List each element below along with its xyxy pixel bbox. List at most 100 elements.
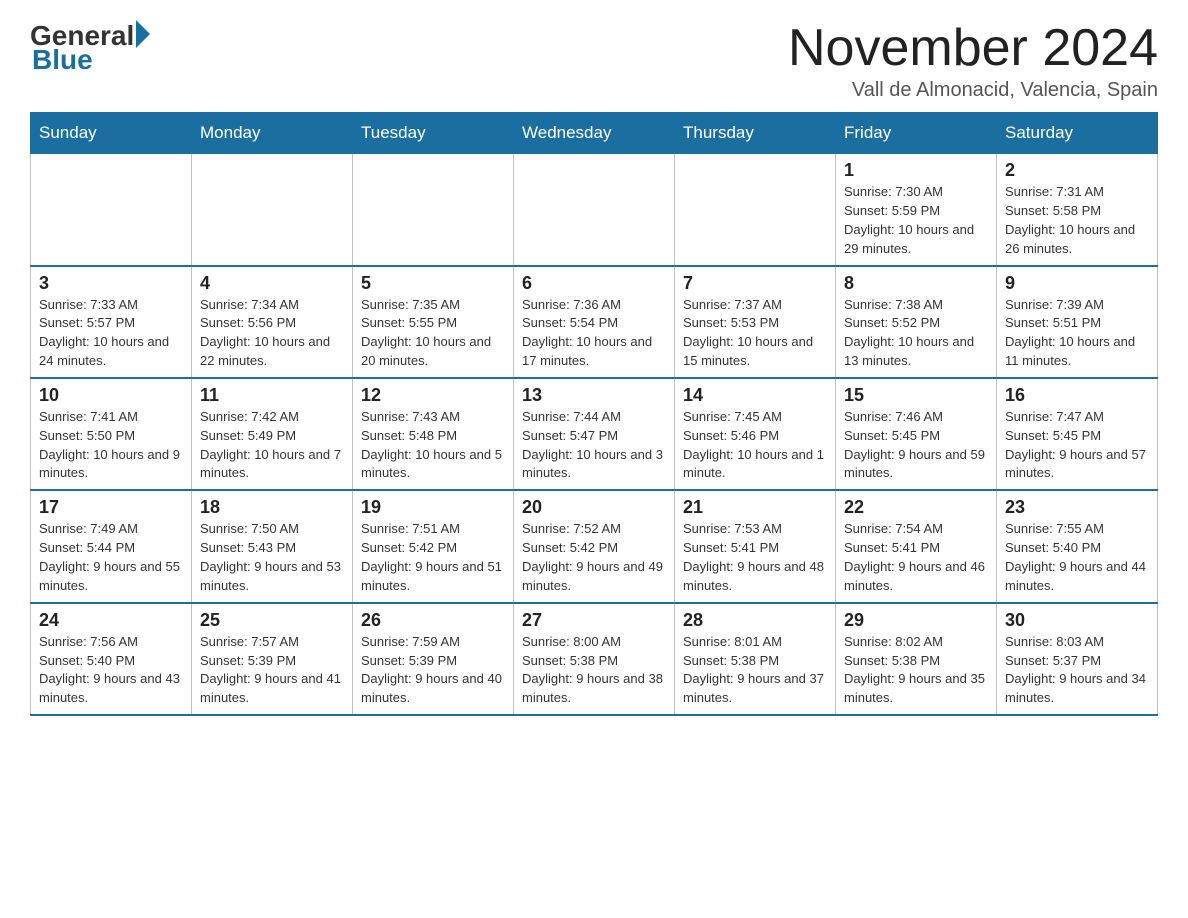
calendar-cell: 26Sunrise: 7:59 AMSunset: 5:39 PMDayligh… [353, 603, 514, 715]
day-number: 30 [1005, 610, 1149, 631]
day-number: 13 [522, 385, 666, 406]
day-info: Sunrise: 7:47 AMSunset: 5:45 PMDaylight:… [1005, 408, 1149, 483]
weekday-header-friday: Friday [836, 113, 997, 154]
calendar-cell: 25Sunrise: 7:57 AMSunset: 5:39 PMDayligh… [192, 603, 353, 715]
location-subtitle: Vall de Almonacid, Valencia, Spain [788, 79, 1158, 102]
week-row-3: 10Sunrise: 7:41 AMSunset: 5:50 PMDayligh… [31, 378, 1158, 490]
day-info: Sunrise: 7:49 AMSunset: 5:44 PMDaylight:… [39, 520, 183, 595]
day-number: 1 [844, 160, 988, 181]
calendar-cell: 10Sunrise: 7:41 AMSunset: 5:50 PMDayligh… [31, 378, 192, 490]
day-number: 8 [844, 273, 988, 294]
calendar-cell [31, 154, 192, 266]
day-number: 25 [200, 610, 344, 631]
day-info: Sunrise: 7:53 AMSunset: 5:41 PMDaylight:… [683, 520, 827, 595]
day-number: 10 [39, 385, 183, 406]
day-info: Sunrise: 7:33 AMSunset: 5:57 PMDaylight:… [39, 296, 183, 371]
calendar-cell: 15Sunrise: 7:46 AMSunset: 5:45 PMDayligh… [836, 378, 997, 490]
calendar-cell: 16Sunrise: 7:47 AMSunset: 5:45 PMDayligh… [997, 378, 1158, 490]
day-info: Sunrise: 7:50 AMSunset: 5:43 PMDaylight:… [200, 520, 344, 595]
day-number: 4 [200, 273, 344, 294]
day-info: Sunrise: 8:02 AMSunset: 5:38 PMDaylight:… [844, 633, 988, 708]
day-info: Sunrise: 7:38 AMSunset: 5:52 PMDaylight:… [844, 296, 988, 371]
week-row-4: 17Sunrise: 7:49 AMSunset: 5:44 PMDayligh… [31, 490, 1158, 602]
day-info: Sunrise: 7:39 AMSunset: 5:51 PMDaylight:… [1005, 296, 1149, 371]
calendar-cell: 29Sunrise: 8:02 AMSunset: 5:38 PMDayligh… [836, 603, 997, 715]
day-number: 20 [522, 497, 666, 518]
day-number: 21 [683, 497, 827, 518]
weekday-header-thursday: Thursday [675, 113, 836, 154]
calendar-cell: 9Sunrise: 7:39 AMSunset: 5:51 PMDaylight… [997, 266, 1158, 378]
calendar-cell: 1Sunrise: 7:30 AMSunset: 5:59 PMDaylight… [836, 154, 997, 266]
calendar-cell: 3Sunrise: 7:33 AMSunset: 5:57 PMDaylight… [31, 266, 192, 378]
day-number: 18 [200, 497, 344, 518]
calendar-cell: 27Sunrise: 8:00 AMSunset: 5:38 PMDayligh… [514, 603, 675, 715]
calendar-cell: 19Sunrise: 7:51 AMSunset: 5:42 PMDayligh… [353, 490, 514, 602]
calendar-cell: 12Sunrise: 7:43 AMSunset: 5:48 PMDayligh… [353, 378, 514, 490]
day-info: Sunrise: 7:36 AMSunset: 5:54 PMDaylight:… [522, 296, 666, 371]
day-info: Sunrise: 7:41 AMSunset: 5:50 PMDaylight:… [39, 408, 183, 483]
day-number: 16 [1005, 385, 1149, 406]
calendar-cell [353, 154, 514, 266]
day-number: 27 [522, 610, 666, 631]
calendar-cell: 11Sunrise: 7:42 AMSunset: 5:49 PMDayligh… [192, 378, 353, 490]
calendar-cell: 4Sunrise: 7:34 AMSunset: 5:56 PMDaylight… [192, 266, 353, 378]
calendar-cell: 18Sunrise: 7:50 AMSunset: 5:43 PMDayligh… [192, 490, 353, 602]
day-info: Sunrise: 7:34 AMSunset: 5:56 PMDaylight:… [200, 296, 344, 371]
calendar-cell: 24Sunrise: 7:56 AMSunset: 5:40 PMDayligh… [31, 603, 192, 715]
day-info: Sunrise: 7:51 AMSunset: 5:42 PMDaylight:… [361, 520, 505, 595]
day-number: 28 [683, 610, 827, 631]
calendar-cell: 22Sunrise: 7:54 AMSunset: 5:41 PMDayligh… [836, 490, 997, 602]
calendar-cell: 30Sunrise: 8:03 AMSunset: 5:37 PMDayligh… [997, 603, 1158, 715]
logo-blue-text: Blue [32, 44, 93, 76]
day-info: Sunrise: 7:45 AMSunset: 5:46 PMDaylight:… [683, 408, 827, 483]
weekday-header-saturday: Saturday [997, 113, 1158, 154]
day-number: 26 [361, 610, 505, 631]
day-info: Sunrise: 7:55 AMSunset: 5:40 PMDaylight:… [1005, 520, 1149, 595]
day-info: Sunrise: 7:46 AMSunset: 5:45 PMDaylight:… [844, 408, 988, 483]
day-info: Sunrise: 7:35 AMSunset: 5:55 PMDaylight:… [361, 296, 505, 371]
day-info: Sunrise: 7:31 AMSunset: 5:58 PMDaylight:… [1005, 183, 1149, 258]
page-header: General Blue November 2024 Vall de Almon… [30, 20, 1158, 102]
day-number: 17 [39, 497, 183, 518]
calendar-cell: 5Sunrise: 7:35 AMSunset: 5:55 PMDaylight… [353, 266, 514, 378]
day-number: 7 [683, 273, 827, 294]
calendar-cell: 6Sunrise: 7:36 AMSunset: 5:54 PMDaylight… [514, 266, 675, 378]
day-info: Sunrise: 8:01 AMSunset: 5:38 PMDaylight:… [683, 633, 827, 708]
day-number: 23 [1005, 497, 1149, 518]
day-number: 12 [361, 385, 505, 406]
day-info: Sunrise: 7:30 AMSunset: 5:59 PMDaylight:… [844, 183, 988, 258]
day-info: Sunrise: 7:57 AMSunset: 5:39 PMDaylight:… [200, 633, 344, 708]
day-info: Sunrise: 8:00 AMSunset: 5:38 PMDaylight:… [522, 633, 666, 708]
logo: General Blue [30, 20, 150, 76]
weekday-header-monday: Monday [192, 113, 353, 154]
day-number: 6 [522, 273, 666, 294]
day-number: 29 [844, 610, 988, 631]
day-number: 9 [1005, 273, 1149, 294]
day-number: 5 [361, 273, 505, 294]
calendar-cell: 14Sunrise: 7:45 AMSunset: 5:46 PMDayligh… [675, 378, 836, 490]
calendar-cell: 13Sunrise: 7:44 AMSunset: 5:47 PMDayligh… [514, 378, 675, 490]
day-number: 24 [39, 610, 183, 631]
weekday-header-tuesday: Tuesday [353, 113, 514, 154]
calendar-cell: 2Sunrise: 7:31 AMSunset: 5:58 PMDaylight… [997, 154, 1158, 266]
calendar-cell: 28Sunrise: 8:01 AMSunset: 5:38 PMDayligh… [675, 603, 836, 715]
week-row-2: 3Sunrise: 7:33 AMSunset: 5:57 PMDaylight… [31, 266, 1158, 378]
calendar-cell [675, 154, 836, 266]
day-number: 11 [200, 385, 344, 406]
calendar-cell: 20Sunrise: 7:52 AMSunset: 5:42 PMDayligh… [514, 490, 675, 602]
week-row-5: 24Sunrise: 7:56 AMSunset: 5:40 PMDayligh… [31, 603, 1158, 715]
day-info: Sunrise: 7:56 AMSunset: 5:40 PMDaylight:… [39, 633, 183, 708]
day-info: Sunrise: 7:44 AMSunset: 5:47 PMDaylight:… [522, 408, 666, 483]
weekday-header-row: SundayMondayTuesdayWednesdayThursdayFrid… [31, 113, 1158, 154]
day-info: Sunrise: 8:03 AMSunset: 5:37 PMDaylight:… [1005, 633, 1149, 708]
day-info: Sunrise: 7:37 AMSunset: 5:53 PMDaylight:… [683, 296, 827, 371]
calendar-cell: 17Sunrise: 7:49 AMSunset: 5:44 PMDayligh… [31, 490, 192, 602]
week-row-1: 1Sunrise: 7:30 AMSunset: 5:59 PMDaylight… [31, 154, 1158, 266]
day-number: 22 [844, 497, 988, 518]
calendar-cell [192, 154, 353, 266]
day-number: 3 [39, 273, 183, 294]
calendar-cell: 21Sunrise: 7:53 AMSunset: 5:41 PMDayligh… [675, 490, 836, 602]
weekday-header-sunday: Sunday [31, 113, 192, 154]
day-info: Sunrise: 7:43 AMSunset: 5:48 PMDaylight:… [361, 408, 505, 483]
day-info: Sunrise: 7:59 AMSunset: 5:39 PMDaylight:… [361, 633, 505, 708]
